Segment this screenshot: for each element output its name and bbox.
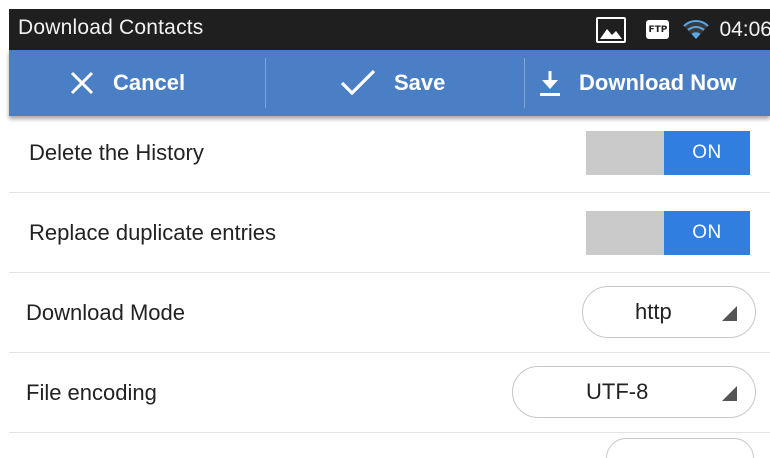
download-icon [540, 71, 560, 96]
download-now-button[interactable]: Download Now [539, 50, 737, 116]
image-icon [596, 16, 627, 43]
window-title: Download Contacts [18, 16, 204, 39]
download-mode-label: Download Mode [26, 299, 185, 325]
replace-duplicates-toggle[interactable]: ON [586, 211, 750, 255]
checkmark-icon [340, 69, 376, 96]
toggle-track [586, 131, 664, 175]
file-encoding-label: File encoding [26, 379, 157, 405]
dropdown-arrow-icon [722, 306, 737, 321]
save-button[interactable]: Save [340, 50, 445, 116]
file-encoding-select[interactable]: UTF-8 [512, 366, 756, 418]
save-label: Save [394, 70, 446, 95]
delete-history-toggle[interactable]: ON [586, 131, 750, 175]
download-now-label: Download Now [579, 70, 737, 95]
download-mode-row: Download Mode http [9, 273, 770, 353]
toggle-on-state: ON [664, 131, 750, 175]
replace-duplicates-row: Replace duplicate entries ON [9, 193, 770, 273]
ftp-icon: FTP [646, 20, 670, 39]
divider [524, 58, 525, 108]
toggle-track [586, 211, 664, 255]
clock: 04:06 [719, 17, 770, 41]
cancel-label: Cancel [113, 70, 186, 95]
delete-history-label: Delete the History [29, 139, 204, 165]
file-encoding-row: File encoding UTF-8 [9, 353, 770, 433]
close-icon [70, 71, 94, 95]
download-mode-select[interactable]: http [582, 286, 756, 338]
divider [265, 58, 266, 108]
delete-history-row: Delete the History ON [9, 113, 770, 193]
toggle-on-state: ON [664, 211, 750, 255]
cancel-button[interactable]: Cancel [69, 50, 185, 116]
wifi-icon [683, 19, 710, 39]
next-row-control[interactable] [606, 438, 754, 458]
dropdown-arrow-icon [722, 386, 737, 401]
download-contacts-screen: { "status_bar": { "title": "Download Con… [0, 0, 770, 458]
replace-duplicates-label: Replace duplicate entries [29, 219, 277, 245]
status-bar: Download Contacts FTP 04:06 [9, 9, 770, 50]
download-mode-value: http [635, 299, 672, 324]
action-bar: Cancel Save Download Now [9, 50, 770, 116]
file-encoding-value: UTF-8 [586, 379, 649, 404]
status-icons: FTP 04:06 [596, 9, 770, 50]
